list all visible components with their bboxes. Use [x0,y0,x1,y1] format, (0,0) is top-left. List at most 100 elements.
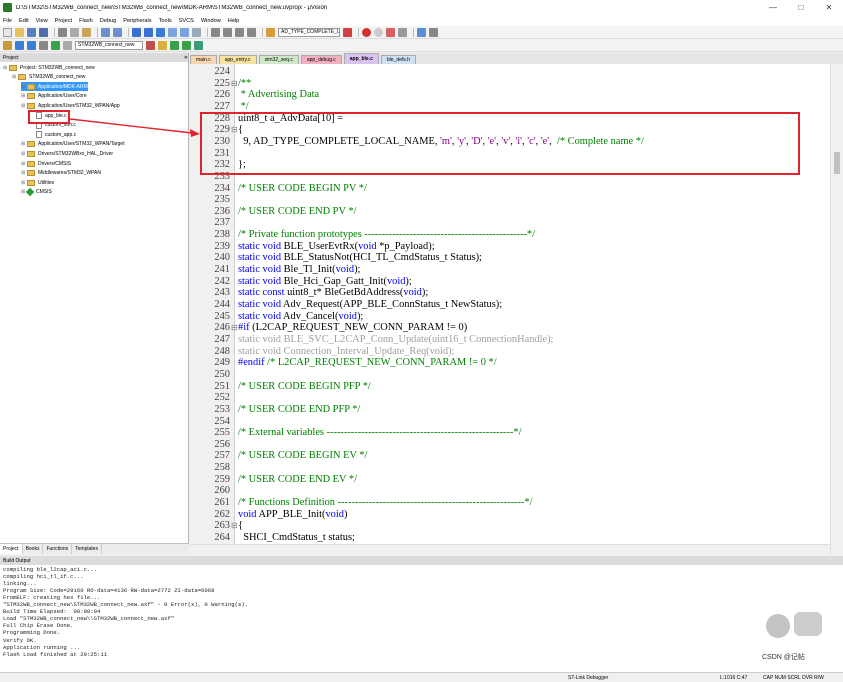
find-combo[interactable]: AD_TYPE_COMPLETE_LOCA [278,27,340,37]
minimize-button[interactable]: — [759,0,787,15]
tree-node[interactable]: ⊞ Drivers/CMSIS [21,159,71,168]
stop-build-icon[interactable] [63,40,72,50]
save-all-icon[interactable] [39,27,48,37]
menu-project[interactable]: Project [55,18,72,24]
fold-toggle-icon[interactable]: ⊟ [231,520,238,532]
target-select[interactable]: STM32WB_connect_new [75,40,143,50]
editor-tab[interactable]: stm32_seq.c [258,55,299,64]
tree-node[interactable]: ⊞ Drivers/STM32WBxx_HAL_Driver [21,149,113,158]
tab-templates[interactable]: Templates [72,544,102,554]
options-for-target-icon[interactable] [146,40,155,50]
line-number: 243 [214,287,230,299]
unindent-icon[interactable] [223,27,232,37]
window-layout-icon[interactable] [417,27,426,37]
tree-node[interactable]: ⊞ Application/MDK-ARM [21,82,88,92]
editor-vertical-scrollbar[interactable] [830,64,843,554]
rebuild-icon[interactable] [27,40,36,50]
tree-node[interactable]: ⊞ Application/User/STM32_WPAN/Target [21,140,125,149]
expand-icon[interactable]: ⊞ [21,161,26,167]
editor-tab[interactable]: ble_defs.h [380,55,416,64]
tree-node[interactable]: ⊞ Application/User/Core [21,92,87,101]
menu-tools[interactable]: Tools [159,18,172,24]
expand-icon[interactable]: ⊞ [21,170,26,176]
line-number: 259 [214,473,230,485]
download-icon[interactable] [51,40,60,50]
indent-icon[interactable] [211,27,220,37]
build-output-line: "STM32WB_connect_new\STM32WB_connect_new… [3,601,249,609]
tree-node[interactable]: ⊞ CMSIS [21,188,52,197]
tab-books[interactable]: Books [23,544,44,554]
panel-close-icon[interactable]: ✕ [184,55,188,61]
comment-icon[interactable] [235,27,244,37]
menu-file[interactable]: File [3,18,12,24]
copy-icon[interactable] [70,27,79,37]
expand-icon[interactable]: ⊞ [12,74,17,80]
find-icon[interactable] [343,27,352,37]
paste-icon[interactable] [82,27,91,37]
maximize-button[interactable]: □ [787,0,815,15]
bookmark-icon[interactable] [156,27,165,37]
menu-peripherals[interactable]: Peripherals [123,18,151,24]
uncomment-icon[interactable] [247,27,256,37]
code-text: static void BLE_SVC_L2CAP_Conn_Update(ui… [238,333,554,345]
close-button[interactable]: ✕ [815,0,843,15]
code-line: 253 /* USER CODE END PFP */ [190,404,830,416]
menu-edit[interactable]: Edit [19,18,29,24]
disable-breakpoint-icon[interactable] [374,27,383,37]
tab-project[interactable]: Project [0,544,23,554]
line-number: 242 [214,275,230,287]
debug-session-icon[interactable] [398,27,407,37]
nav-forward-icon[interactable] [144,27,153,37]
find-in-files-icon[interactable] [266,27,275,37]
editor-tab[interactable]: app_ble.c [343,53,379,64]
expand-icon[interactable]: ⊞ [21,93,26,99]
editor-tab[interactable]: app_entry.c [218,55,257,64]
tab-functions[interactable]: Functions [43,544,73,554]
save-icon[interactable] [27,27,36,37]
expand-icon[interactable]: ⊞ [21,180,26,186]
build-icon[interactable] [15,40,24,50]
menu-help[interactable]: Help [228,18,240,24]
tree-node[interactable]: ⊞ Middlewares/STM32_WPAN [21,169,101,178]
build-output-line: Flash Load finished at 20:25:11 [3,650,108,658]
undo-icon[interactable] [101,27,110,37]
batch-build-icon[interactable] [39,40,48,50]
fold-toggle-icon[interactable]: ⊟ [231,78,238,90]
expand-icon[interactable]: ⊞ [21,84,26,90]
redo-icon[interactable] [113,27,122,37]
fold-toggle-icon[interactable]: ⊟ [231,322,238,334]
menu-flash[interactable]: Flash [79,18,93,24]
manage-packs-icon[interactable] [170,40,179,50]
editor-tab[interactable]: app_debug.c [300,55,342,64]
configure-icon[interactable] [429,27,438,37]
run-time-environment-icon[interactable] [194,40,203,50]
editor-tab[interactable]: main.c [190,55,217,64]
expand-icon[interactable]: ⊞ [21,141,26,147]
nav-back-icon[interactable] [132,27,141,37]
cut-icon[interactable] [58,27,67,37]
menu-window[interactable]: Window [201,18,221,24]
tree-node[interactable]: ⊞ Project: STM32WB_connect_new [3,63,95,72]
clear-bookmarks-icon[interactable] [192,27,201,37]
menu-svcs[interactable]: SVCS [179,18,194,24]
translate-icon[interactable] [3,40,12,50]
tree-node[interactable]: ⊞ Utilities [21,178,54,187]
expand-icon[interactable]: ⊞ [3,65,8,71]
scroll-thumb[interactable] [834,152,840,174]
open-folder-icon[interactable] [15,27,24,37]
kill-breakpoints-icon[interactable] [386,27,395,37]
prev-bookmark-icon[interactable] [168,27,177,37]
file-extensions-icon[interactable] [158,40,167,50]
menu-view[interactable]: View [36,18,48,24]
breakpoint-icon[interactable] [362,27,371,37]
expand-icon[interactable]: ⊞ [21,151,26,157]
select-pack-icon[interactable] [182,40,191,50]
next-bookmark-icon[interactable] [180,27,189,37]
expand-icon[interactable]: ⊞ [21,103,26,109]
menu-debug[interactable]: Debug [100,18,116,24]
new-file-icon[interactable] [3,27,12,37]
tree-node[interactable]: custom_app.c [30,130,76,139]
editor-horizontal-scrollbar[interactable] [190,544,830,554]
tree-node[interactable]: ⊞ STM32WB_connect_new [12,73,85,82]
tree-node-label: Project: STM32WB_connect_new [20,64,95,71]
